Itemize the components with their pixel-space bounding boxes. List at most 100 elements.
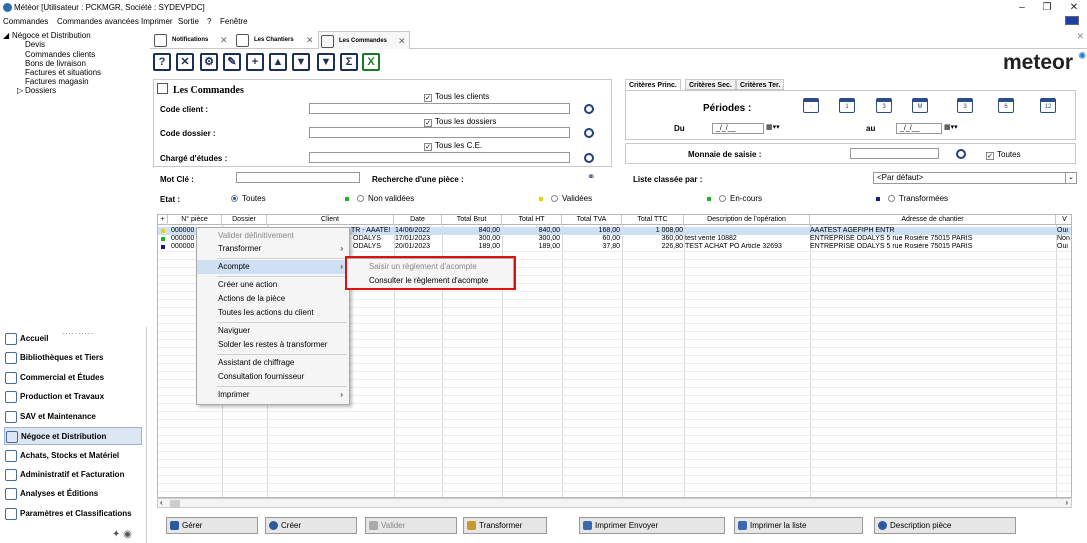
help-button[interactable]: ? bbox=[153, 53, 171, 71]
binoculars-icon[interactable]: ⚭ bbox=[587, 172, 595, 183]
move-up-button[interactable]: ▲ bbox=[269, 53, 287, 71]
col-adresse[interactable]: Adresse de chantier bbox=[810, 215, 1056, 225]
menu-actions-client[interactable]: Toutes les actions du client bbox=[197, 306, 349, 320]
tree-item-dossiers[interactable]: Dossiers bbox=[25, 86, 56, 95]
menu-commandes[interactable]: Commandes bbox=[3, 17, 48, 26]
scroll-left-icon[interactable]: ‹ bbox=[160, 498, 163, 507]
transformer-button[interactable]: Transformer bbox=[463, 517, 547, 534]
tree-item-devis[interactable]: Devis bbox=[25, 40, 45, 49]
pin-icon[interactable]: ✦ ◉ bbox=[112, 529, 132, 540]
tree-root[interactable]: Négoce et Distribution bbox=[12, 31, 91, 40]
close-icon[interactable]: ✕ bbox=[306, 31, 314, 49]
etat-validees-radio[interactable]: Validées bbox=[551, 194, 592, 203]
scroll-thumb[interactable] bbox=[170, 500, 180, 507]
tab-commandes[interactable]: Les Commandes ✕ bbox=[318, 31, 410, 49]
period-month-icon[interactable]: M bbox=[912, 98, 928, 113]
nav-achats[interactable]: Achats, Stocks et Matériel bbox=[4, 447, 142, 465]
tree-item-factures-magasin[interactable]: Factures magasin bbox=[25, 77, 89, 86]
description-piece-button[interactable]: Description pièce bbox=[874, 517, 1016, 534]
close-window-icon[interactable]: ✕ bbox=[1064, 1, 1084, 14]
imprimer-liste-button[interactable]: Imprimer la liste bbox=[734, 517, 863, 534]
menu-imprimer[interactable]: Imprimer bbox=[141, 17, 173, 26]
tree-item-factures-situations[interactable]: Factures et situations bbox=[25, 68, 101, 77]
etat-toutes-radio[interactable]: Toutes bbox=[231, 194, 266, 203]
period-3-icon[interactable]: 3 bbox=[876, 98, 892, 113]
menu-commandes-avancees[interactable]: Commandes avancées bbox=[57, 17, 139, 26]
tree-expand-icon[interactable]: ◢ bbox=[3, 31, 9, 40]
col-expand[interactable]: + bbox=[158, 215, 168, 225]
col-v[interactable]: V bbox=[1056, 215, 1071, 225]
menu-solder-restes[interactable]: Solder les restes à transformer bbox=[197, 338, 349, 352]
col-total-tva[interactable]: Total TVA bbox=[562, 215, 622, 225]
col-dossier[interactable]: Dossier bbox=[222, 215, 267, 225]
horizontal-scrollbar[interactable]: ‹ › bbox=[157, 498, 1072, 508]
etat-non-validees-radio[interactable]: Non validées bbox=[357, 194, 414, 203]
tab-chantiers[interactable]: Les Chantiers ✕ bbox=[234, 31, 316, 49]
menu-valider-definitivement[interactable]: Valider définitivement bbox=[197, 229, 349, 243]
nav-accueil[interactable]: Accueil bbox=[4, 330, 142, 348]
period-1-icon[interactable]: 1 bbox=[839, 98, 855, 113]
nav-bibliotheques[interactable]: Bibliothèques et Tiers bbox=[4, 349, 142, 367]
settings-button[interactable]: ⚙ bbox=[200, 53, 218, 71]
liste-classee-select[interactable]: <Par défaut> ⌄ bbox=[873, 172, 1077, 184]
menu-assistant-chiffrage[interactable]: Assistant de chiffrage bbox=[197, 356, 349, 370]
period-6m-icon[interactable]: 6 bbox=[998, 98, 1014, 113]
edit-button[interactable]: ✎ bbox=[223, 53, 241, 71]
tab-criteres-ter[interactable]: Critères Ter. bbox=[736, 79, 785, 90]
menu-acompte[interactable]: Acompte › bbox=[197, 260, 349, 274]
valider-button[interactable]: Valider bbox=[365, 517, 457, 534]
close-icon[interactable]: ✕ bbox=[220, 31, 228, 49]
tree-item-bons-livraison[interactable]: Bons de livraison bbox=[25, 59, 86, 68]
col-total-brut[interactable]: Total Brut bbox=[442, 215, 502, 225]
search-icon[interactable] bbox=[584, 153, 594, 163]
etat-transformees-radio[interactable]: Transformées bbox=[888, 194, 948, 203]
col-description[interactable]: Description de l'opération bbox=[684, 215, 810, 225]
date-to-input[interactable]: _/_/__ bbox=[896, 123, 942, 134]
minimize-icon[interactable]: – bbox=[1012, 1, 1032, 14]
nav-negoce[interactable]: Négoce et Distribution bbox=[4, 427, 142, 445]
menu-help[interactable]: ? bbox=[207, 17, 211, 26]
monnaie-input[interactable] bbox=[850, 148, 939, 159]
search-icon[interactable] bbox=[584, 128, 594, 138]
code-client-input[interactable] bbox=[309, 103, 570, 114]
tous-dossiers-checkbox[interactable]: ✓ Tous les dossiers bbox=[424, 117, 496, 127]
period-12m-icon[interactable]: 12 bbox=[1040, 98, 1056, 113]
tab-notifications[interactable]: Notifications ✕ bbox=[152, 31, 232, 49]
excel-export-button[interactable]: X bbox=[362, 53, 380, 71]
menu-imprimer[interactable]: Imprimer › bbox=[197, 388, 349, 402]
col-piece[interactable]: N° pièce bbox=[168, 215, 222, 225]
col-date[interactable]: Date bbox=[394, 215, 442, 225]
period-3m-icon[interactable]: 3 bbox=[957, 98, 973, 113]
nav-analyses[interactable]: Analyses et Éditions bbox=[4, 485, 142, 503]
menu-fenetre[interactable]: Fenêtre bbox=[220, 17, 248, 26]
menu-consultation-fournisseur[interactable]: Consultation fournisseur bbox=[197, 370, 349, 384]
charge-etudes-input[interactable] bbox=[309, 152, 570, 163]
nav-parametres[interactable]: Paramètres et Classifications bbox=[4, 505, 142, 523]
menu-naviguer[interactable]: Naviguer bbox=[197, 324, 349, 338]
imprimer-envoyer-button[interactable]: Imprimer Envoyer bbox=[579, 517, 725, 534]
nav-sav[interactable]: SAV et Maintenance bbox=[4, 408, 142, 426]
mot-cle-input[interactable] bbox=[236, 172, 360, 183]
calendar-dropdown-icon[interactable]: ▦▾▾ bbox=[944, 123, 958, 131]
sum-button[interactable]: Σ bbox=[340, 53, 358, 71]
code-dossier-input[interactable] bbox=[309, 127, 570, 138]
filter-button[interactable]: ▼ bbox=[317, 53, 335, 71]
gerer-button[interactable]: Gérer bbox=[166, 517, 258, 534]
tous-ce-checkbox[interactable]: ✓ Tous les C.E. bbox=[424, 141, 482, 151]
menu-creer-action[interactable]: Créer une action bbox=[197, 278, 349, 292]
language-flag-icon[interactable] bbox=[1065, 16, 1079, 25]
search-icon[interactable] bbox=[956, 149, 966, 159]
tous-clients-checkbox[interactable]: ✓ Tous les clients bbox=[424, 92, 489, 102]
menu-sortie[interactable]: Sortie bbox=[178, 17, 199, 26]
scroll-right-icon[interactable]: › bbox=[1065, 498, 1068, 507]
tab-criteres-sec[interactable]: Critères Sec. bbox=[685, 79, 736, 90]
menu-actions-piece[interactable]: Actions de la pièce bbox=[197, 292, 349, 306]
period-day-icon[interactable]: · bbox=[803, 98, 819, 113]
creer-button[interactable]: Créer bbox=[265, 517, 357, 534]
tree-item-commandes-clients[interactable]: Commandes clients bbox=[25, 50, 95, 59]
add-button[interactable]: + bbox=[246, 53, 264, 71]
move-down-button[interactable]: ▼ bbox=[292, 53, 310, 71]
maximize-icon[interactable]: ❐ bbox=[1037, 1, 1057, 14]
close-all-tabs-icon[interactable]: ✕ bbox=[1076, 31, 1084, 42]
etat-en-cours-radio[interactable]: En-cours bbox=[719, 194, 762, 203]
